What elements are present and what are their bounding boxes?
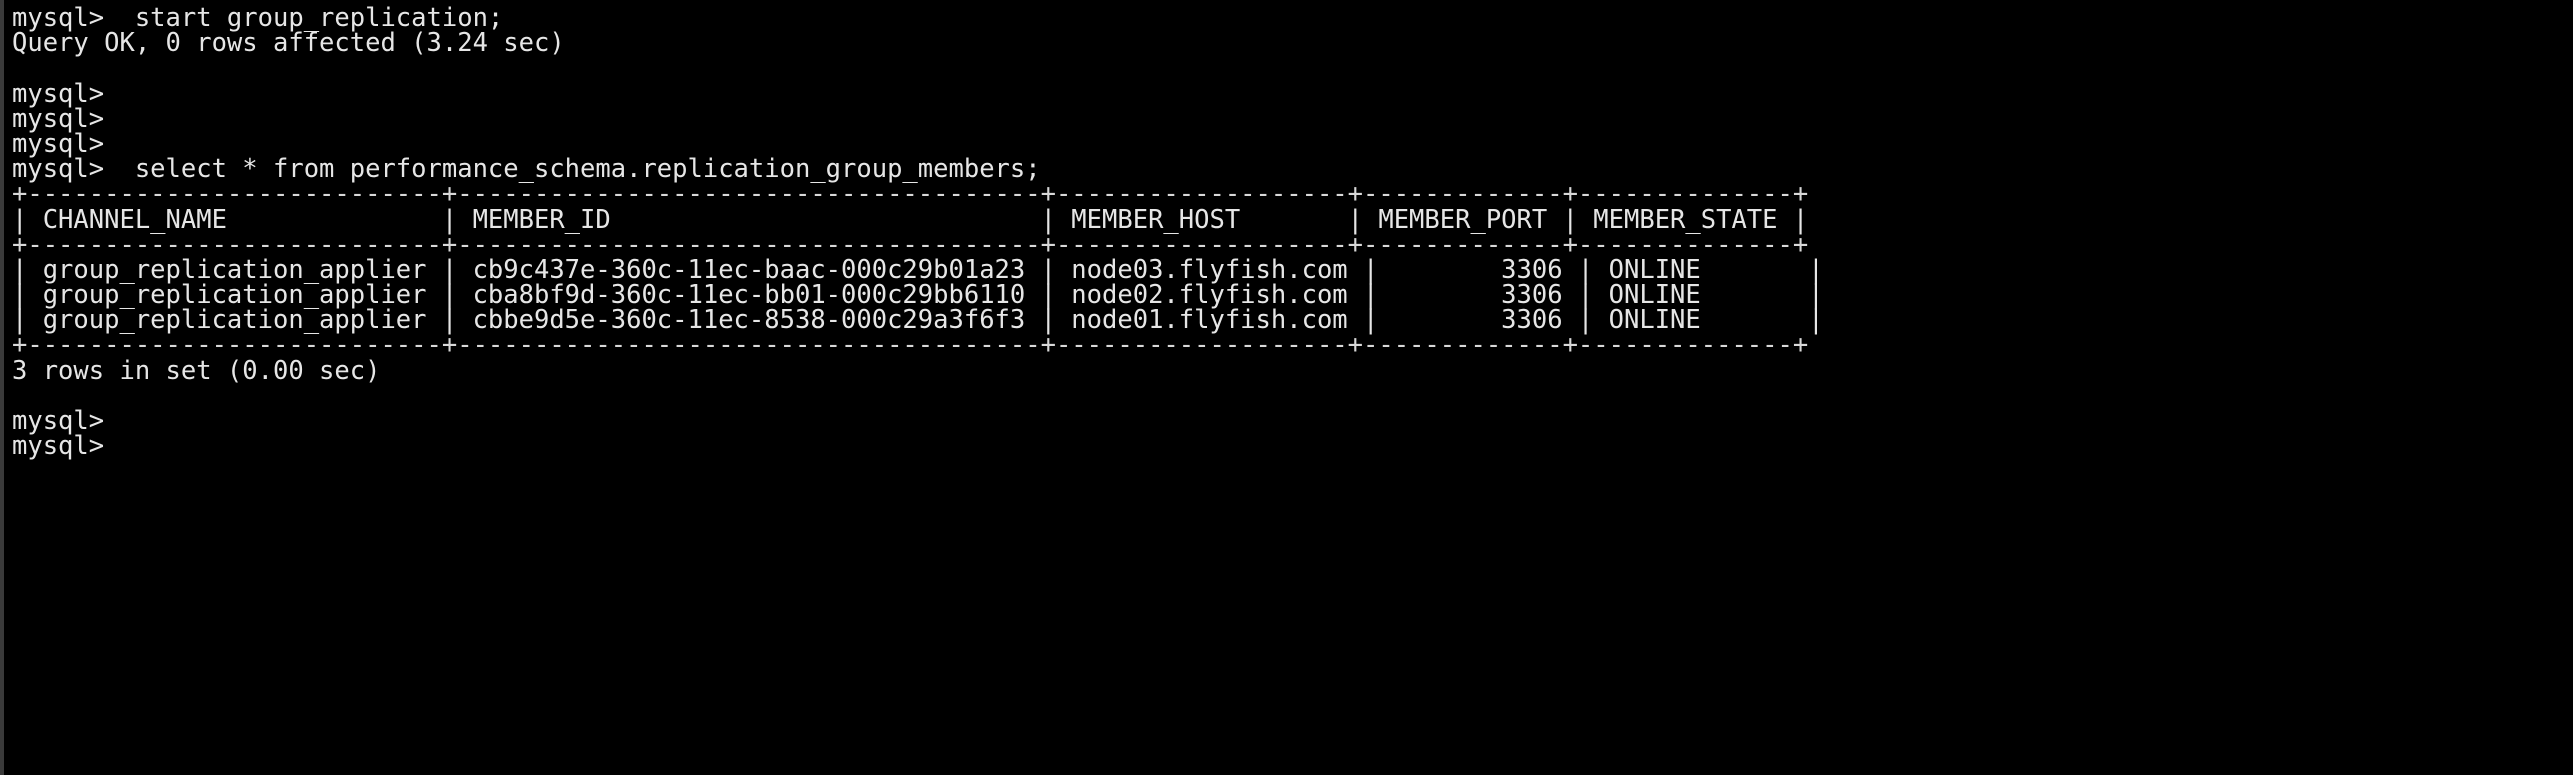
terminal-window[interactable]: mysql> start group_replication; Query OK… [0, 0, 2573, 775]
terminal-screen[interactable]: mysql> start group_replication; Query OK… [4, 5, 2573, 459]
table-header-row: | CHANNEL_NAME | MEMBER_ID | MEMBER_HOST… [12, 204, 1809, 235]
row-count-status: 3 rows in set (0.00 sec) [12, 355, 381, 386]
terminal-line-1: Query OK, 0 rows affected (3.24 sec) [12, 28, 565, 59]
terminal-line-4: mysql> [12, 103, 105, 134]
terminal-prompt-active[interactable]: mysql> [12, 433, 2573, 459]
terminal-line-15 [12, 384, 2573, 409]
terminal-line-16: mysql> [12, 406, 105, 436]
terminal-line-3: mysql> [12, 78, 105, 109]
table-border-top: +---------------------------+-----------… [12, 179, 1809, 210]
table-border-bottom: +---------------------------+-----------… [12, 330, 1809, 361]
terminal-line-2 [12, 56, 2573, 81]
